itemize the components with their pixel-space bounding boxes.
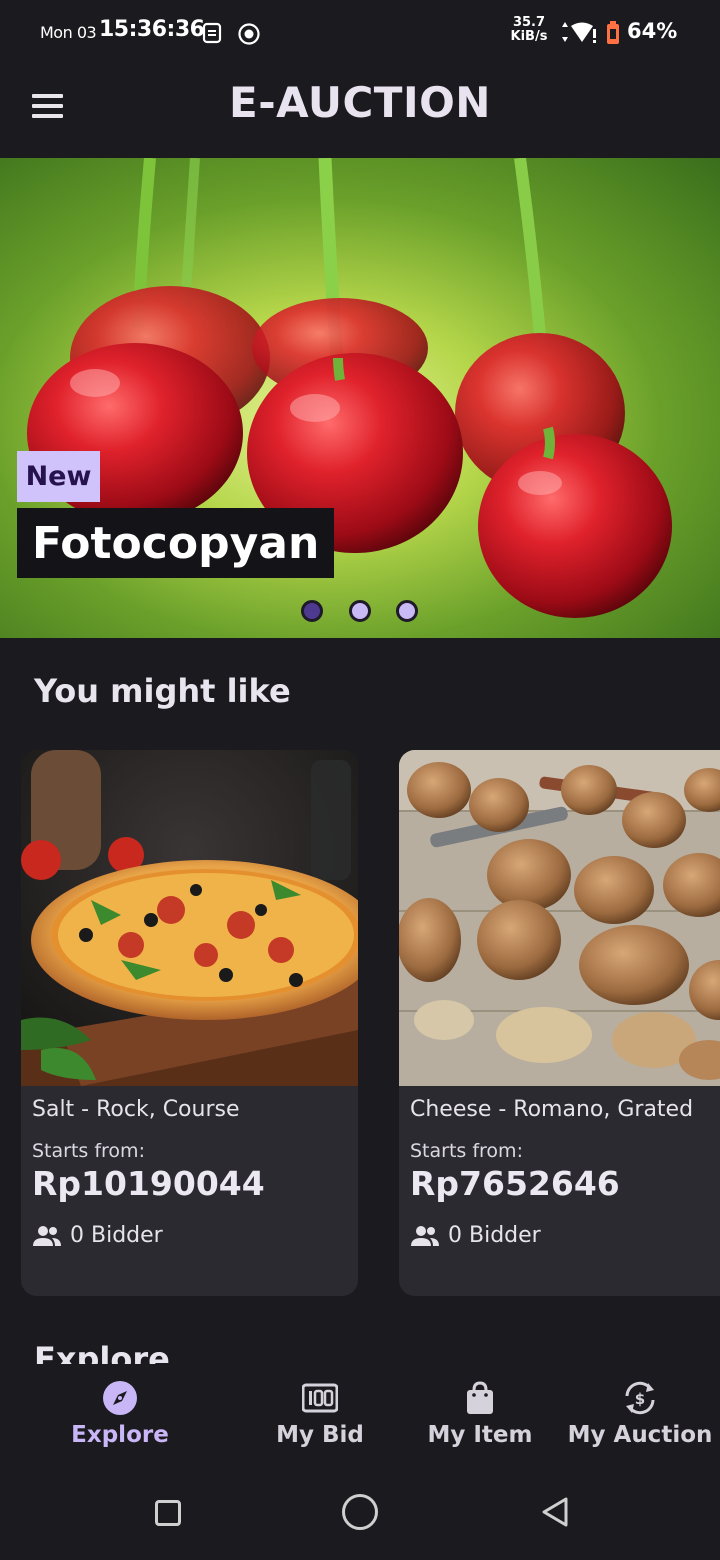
wifi-icon <box>562 22 596 43</box>
bidder-count: 0 Bidder <box>410 1223 541 1248</box>
network-speed: 35.7 KiB/s <box>510 15 548 44</box>
item-image-walnuts <box>399 750 720 1086</box>
item-price: Rp7652646 <box>410 1164 620 1203</box>
nav-explore-label: Explore <box>71 1422 169 1448</box>
recommend-carousel[interactable]: Salt - Rock, Course Starts from: Rp10190… <box>0 750 720 1298</box>
status-time: 15:36:36 <box>99 17 205 42</box>
item-price: Rp10190044 <box>32 1164 265 1203</box>
status-bar: Mon 03 15:36:36 35.7 KiB/s 64% <box>0 0 720 64</box>
carousel-dot[interactable] <box>349 600 371 622</box>
nav-explore[interactable]: Explore <box>40 1364 200 1464</box>
carousel-indicator <box>300 600 430 624</box>
bidder-count-label: 0 Bidder <box>70 1223 163 1248</box>
sim-icon <box>202 22 222 44</box>
compass-icon <box>103 1381 137 1415</box>
section-title-recommend: You might like <box>34 672 291 710</box>
nav-my-item-label: My Item <box>427 1422 533 1448</box>
svg-text:$: $ <box>635 1390 645 1408</box>
status-day: Mon 03 <box>40 23 97 42</box>
bidder-count: 0 Bidder <box>32 1223 163 1248</box>
starts-label: Starts from: <box>32 1140 145 1162</box>
carousel-dot-active[interactable] <box>301 600 323 622</box>
item-image-pizza <box>21 750 358 1086</box>
back-icon[interactable] <box>540 1496 570 1528</box>
nav-my-bid[interactable]: My Bid <box>240 1364 400 1464</box>
nav-my-auction-label: My Auction <box>567 1422 713 1448</box>
bottom-navigation: Explore My Bid My Item $ My Auction <box>0 1364 720 1464</box>
hero-title: Fotocopyan <box>17 508 335 578</box>
nav-my-auction[interactable]: $ My Auction <box>560 1364 720 1464</box>
new-badge: New <box>17 451 100 502</box>
people-icon <box>33 1225 61 1246</box>
item-name: Salt - Rock, Course <box>32 1097 240 1122</box>
nav-my-item[interactable]: My Item <box>400 1364 560 1464</box>
currency-exchange-icon: $ <box>625 1381 655 1415</box>
bid-counter-icon <box>302 1383 338 1413</box>
auction-card[interactable]: Salt - Rock, Course Starts from: Rp10190… <box>21 750 358 1296</box>
home-icon[interactable] <box>342 1494 378 1530</box>
battery-icon <box>607 21 619 44</box>
bidder-count-label: 0 Bidder <box>448 1223 541 1248</box>
starts-label: Starts from: <box>410 1140 523 1162</box>
app-bar: E-AUCTION <box>0 64 720 158</box>
recent-apps-icon[interactable] <box>155 1500 181 1526</box>
app-title: E-AUCTION <box>229 78 491 127</box>
nav-my-bid-label: My Bid <box>276 1422 364 1448</box>
carousel-dot[interactable] <box>396 600 418 622</box>
screen-record-icon <box>238 23 260 45</box>
hero-carousel[interactable]: New Fotocopyan <box>0 158 720 638</box>
system-navigation-bar <box>0 1464 720 1560</box>
item-name: Cheese - Romano, Grated <box>410 1097 694 1122</box>
auction-card[interactable]: Cheese - Romano, Grated Starts from: Rp7… <box>399 750 720 1296</box>
people-icon <box>411 1225 439 1246</box>
battery-percent: 64% <box>627 19 678 43</box>
shopping-bag-icon <box>467 1381 493 1414</box>
